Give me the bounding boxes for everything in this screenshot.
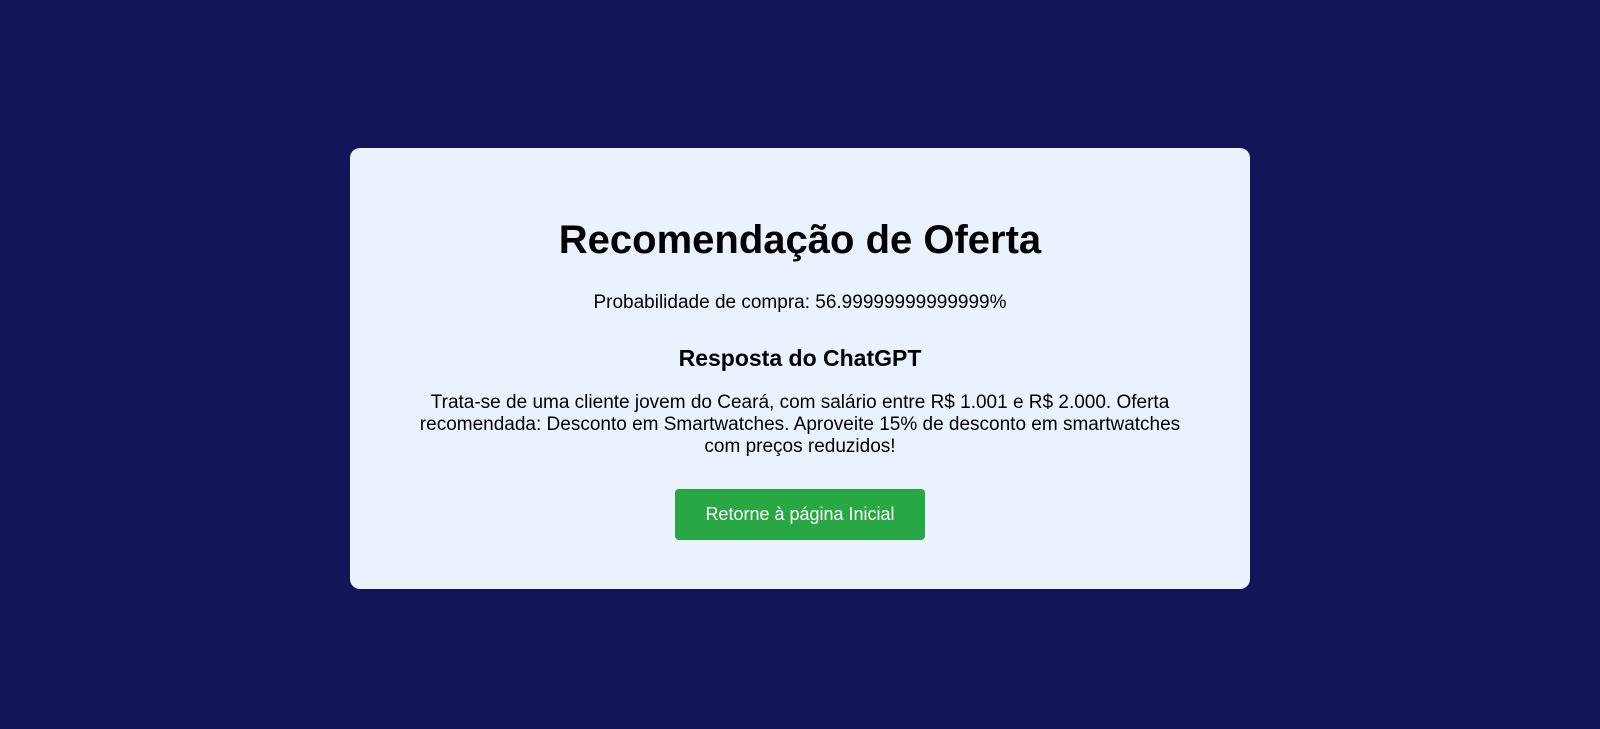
purchase-probability: Probabilidade de compra: 56.999999999999… — [593, 292, 1007, 313]
offer-card: Recomendação de Oferta Probabilidade de … — [350, 148, 1250, 589]
response-text: Trata-se de uma cliente jovem do Ceará, … — [419, 392, 1181, 457]
return-home-button[interactable]: Retorne à página Inicial — [675, 489, 925, 540]
page-title: Recomendação de Oferta — [558, 218, 1042, 262]
response-heading: Resposta do ChatGPT — [678, 345, 922, 371]
